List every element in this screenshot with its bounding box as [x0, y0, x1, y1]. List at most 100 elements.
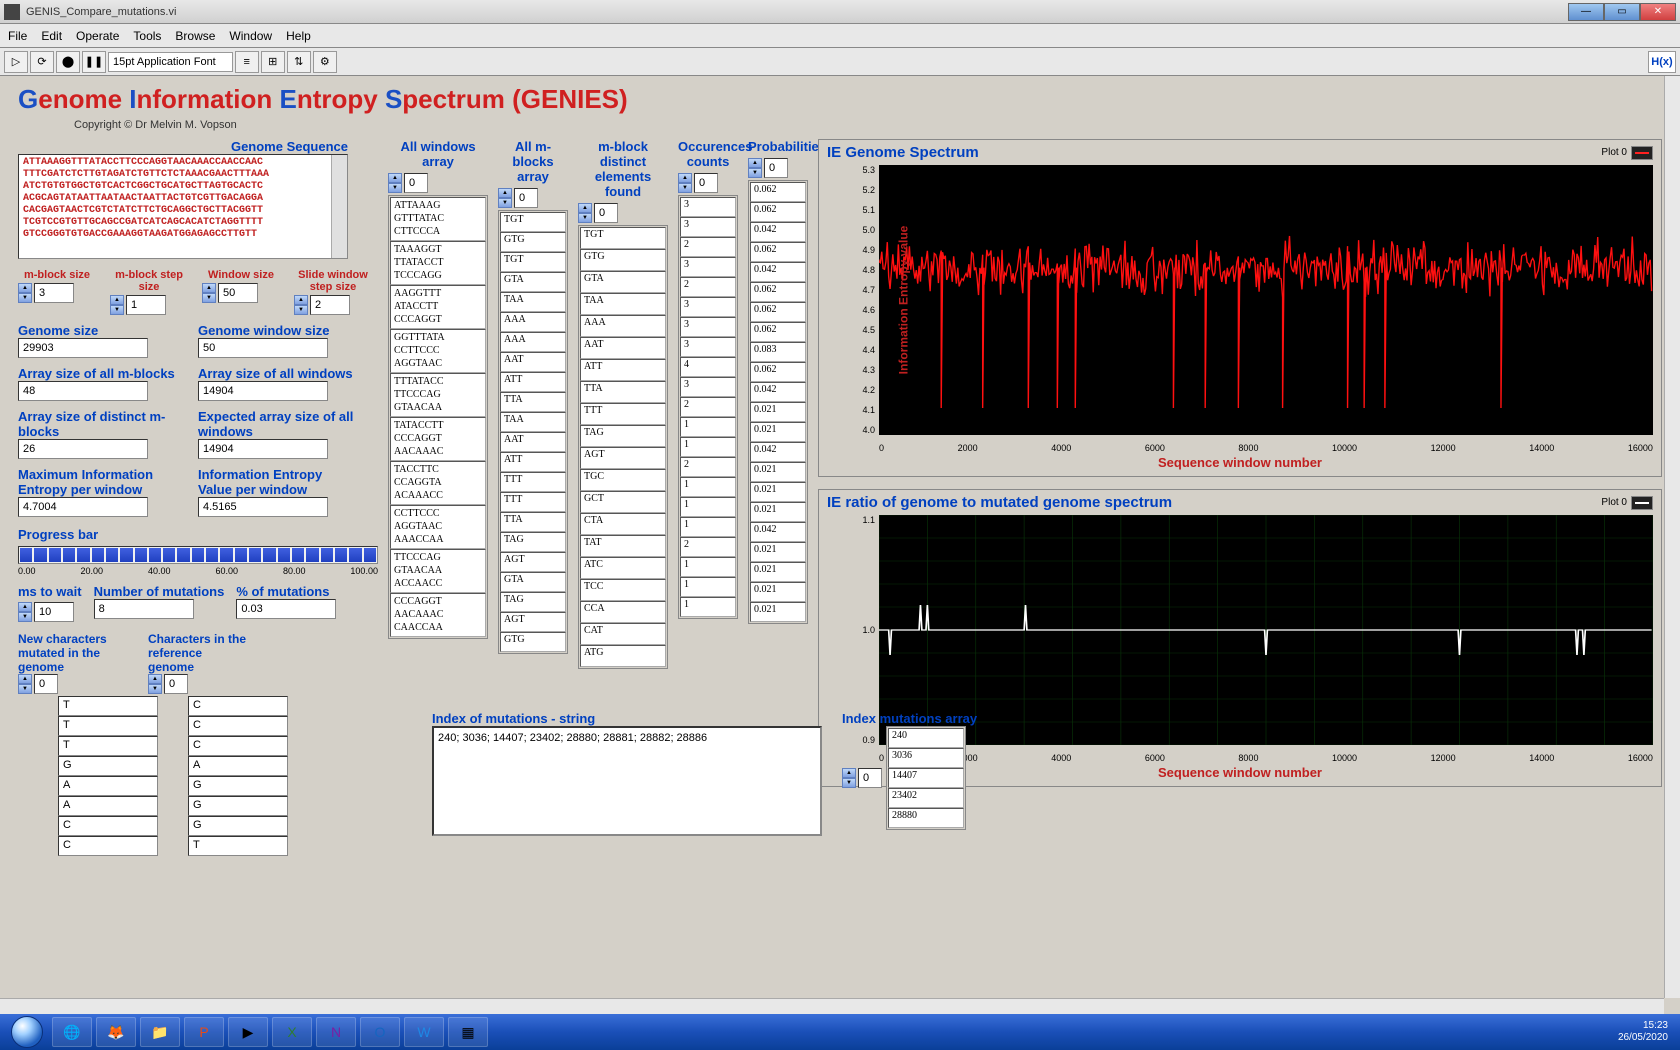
genome-sequence-box[interactable]: ATTAAAGGTTTATACCTTCCCAGGTAACAAACCAACCAAC…	[18, 154, 348, 259]
array-cell: G	[188, 776, 288, 796]
array-cell: ATT	[500, 372, 566, 392]
menu-file[interactable]: File	[8, 29, 27, 43]
occurences-array[interactable]: 332323334321121112111	[678, 195, 738, 619]
clock-time: 15:23	[1618, 1020, 1668, 1032]
taskbar-firefox-icon[interactable]: 🦊	[96, 1017, 136, 1047]
taskbar-explorer-icon[interactable]: 📁	[140, 1017, 180, 1047]
help-context-icon[interactable]: H(x)	[1648, 51, 1676, 73]
windows-array[interactable]: ATTAAAG GTTTATAC CTTCCCATAAAGGT TTATACCT…	[388, 195, 488, 639]
genome-size-field[interactable]	[18, 338, 148, 358]
array-cell: 28880	[888, 808, 964, 828]
menu-tools[interactable]: Tools	[133, 29, 161, 43]
genome-sequence-label: Genome Sequence	[18, 139, 348, 154]
taskbar-word-icon[interactable]: W	[404, 1017, 444, 1047]
arr-mblocks-label: Array size of all m-blocks	[18, 366, 178, 381]
array-cell: A	[58, 796, 158, 816]
taskbar-onenote-icon[interactable]: N	[316, 1017, 356, 1047]
font-selector[interactable]: 15pt Application Font	[108, 52, 233, 72]
menu-operate[interactable]: Operate	[76, 29, 119, 43]
array-cell: ATTAAAG GTTTATAC CTTCCCA	[390, 197, 486, 241]
run-continuous-button[interactable]: ⟳	[30, 51, 54, 73]
array-cell: TTA	[500, 392, 566, 412]
occurences-array-index[interactable]: ▲▼	[678, 173, 718, 193]
array-cell: 0.021	[750, 502, 806, 522]
align-button[interactable]: ≡	[235, 51, 259, 73]
mblock-size-input[interactable]: ▲▼	[18, 283, 74, 303]
chart1-xlabel: Sequence window number	[819, 453, 1661, 476]
menu-help[interactable]: Help	[286, 29, 311, 43]
array-cell: CTA	[580, 513, 666, 535]
slide-step-input[interactable]: ▲▼	[294, 295, 350, 315]
menu-window[interactable]: Window	[229, 29, 272, 43]
genome-window-size-field[interactable]	[198, 338, 328, 358]
array-cell: 1	[680, 597, 736, 617]
arr-windows-field[interactable]	[198, 381, 328, 401]
array-cell: CAT	[580, 623, 666, 645]
window-size-input[interactable]: ▲▼	[202, 283, 258, 303]
arr-mblocks-field[interactable]	[18, 381, 148, 401]
mblocks-array-index[interactable]: ▲▼	[498, 188, 538, 208]
array-cell: 0.021	[750, 602, 806, 622]
mutations-string-label: Index of mutations - string	[432, 711, 822, 726]
scrollbar[interactable]	[331, 155, 347, 258]
new-chars-index[interactable]: ▲▼	[18, 674, 58, 694]
mutations-string-field[interactable]: 240; 3036; 14407; 23402; 28880; 28881; 2…	[432, 726, 822, 836]
taskbar-labview-icon[interactable]: ▦	[448, 1017, 488, 1047]
ms-wait-input[interactable]: ▲▼	[18, 602, 74, 622]
run-button[interactable]: ▷	[4, 51, 28, 73]
chart2-plot[interactable]: 1.11.00.9	[879, 515, 1653, 745]
pause-button[interactable]: ❚❚	[82, 51, 106, 73]
horizontal-scrollbar[interactable]	[0, 998, 1664, 1014]
abort-button[interactable]: ⬤	[56, 51, 80, 73]
array-cell: T	[58, 696, 158, 716]
distinct-array[interactable]: TGTGTGGTATAAAAAAATATTTTATTTTAGAGTTGCGCTC…	[578, 225, 668, 669]
mutations-array-index[interactable]: ▲▼	[842, 726, 882, 830]
taskbar-outlook-icon[interactable]: O	[360, 1017, 400, 1047]
minimize-button[interactable]: —	[1568, 3, 1604, 21]
windows-array-index[interactable]: ▲▼	[388, 173, 428, 193]
array-cell: AGT	[580, 447, 666, 469]
menu-edit[interactable]: Edit	[41, 29, 62, 43]
chart1-legend[interactable]: Plot 0	[1601, 146, 1653, 160]
array-cell: TCC	[580, 579, 666, 601]
array-cell: AGT	[500, 612, 566, 632]
taskbar-excel-icon[interactable]: X	[272, 1017, 312, 1047]
mblocks-array-label: All m-blocks array	[498, 139, 568, 184]
ref-chars-array[interactable]: CCCAGGGT	[188, 696, 248, 856]
taskbar-ie-icon[interactable]: 🌐	[52, 1017, 92, 1047]
ref-chars-index[interactable]: ▲▼	[148, 674, 188, 694]
num-mutations-field[interactable]	[94, 599, 194, 619]
settings-button[interactable]: ⚙	[313, 51, 337, 73]
system-tray[interactable]: 15:23 26/05/2020	[1618, 1020, 1676, 1044]
vertical-scrollbar[interactable]	[1664, 76, 1680, 998]
close-button[interactable]: ✕	[1640, 3, 1676, 21]
expected-windows-field[interactable]	[198, 439, 328, 459]
array-cell: AAT	[500, 432, 566, 452]
taskbar: 🌐 🦊 📁 P ▶ X N O W ▦ 15:23 26/05/2020	[0, 1014, 1680, 1050]
reorder-button[interactable]: ⇅	[287, 51, 311, 73]
taskbar-powerpoint-icon[interactable]: P	[184, 1017, 224, 1047]
new-chars-array[interactable]: TTTGAACC	[58, 696, 118, 856]
pct-mutations-field[interactable]	[236, 599, 336, 619]
array-cell: TAG	[580, 425, 666, 447]
taskbar-media-icon[interactable]: ▶	[228, 1017, 268, 1047]
array-cell: ATT	[580, 359, 666, 381]
menu-browse[interactable]: Browse	[175, 29, 215, 43]
array-cell: TGT	[580, 227, 666, 249]
distinct-array-index[interactable]: ▲▼	[578, 203, 618, 223]
distinct-mblocks-field[interactable]	[18, 439, 148, 459]
mblocks-array[interactable]: TGTGTGTGTGTATAAAAAAAAAATATTTTATAAAATATTT…	[498, 210, 568, 654]
probabilities-array-index[interactable]: ▲▼	[748, 158, 788, 178]
distribute-button[interactable]: ⊞	[261, 51, 285, 73]
start-button[interactable]	[4, 1016, 50, 1048]
array-cell: 0.042	[750, 222, 806, 242]
maximize-button[interactable]: ▭	[1604, 3, 1640, 21]
array-cell: 3	[680, 297, 736, 317]
max-entropy-field[interactable]	[18, 497, 148, 517]
entropy-per-window-field[interactable]	[198, 497, 328, 517]
mutations-array[interactable]: 2403036144072340228880	[886, 726, 966, 830]
chart1-plot[interactable]: Information Entropy value 5.35.25.15.04.…	[879, 165, 1653, 435]
mblock-step-input[interactable]: ▲▼	[110, 295, 166, 315]
chart2-legend[interactable]: Plot 0	[1601, 496, 1653, 510]
probabilities-array[interactable]: 0.0620.0620.0420.0620.0420.0620.0620.062…	[748, 180, 808, 624]
